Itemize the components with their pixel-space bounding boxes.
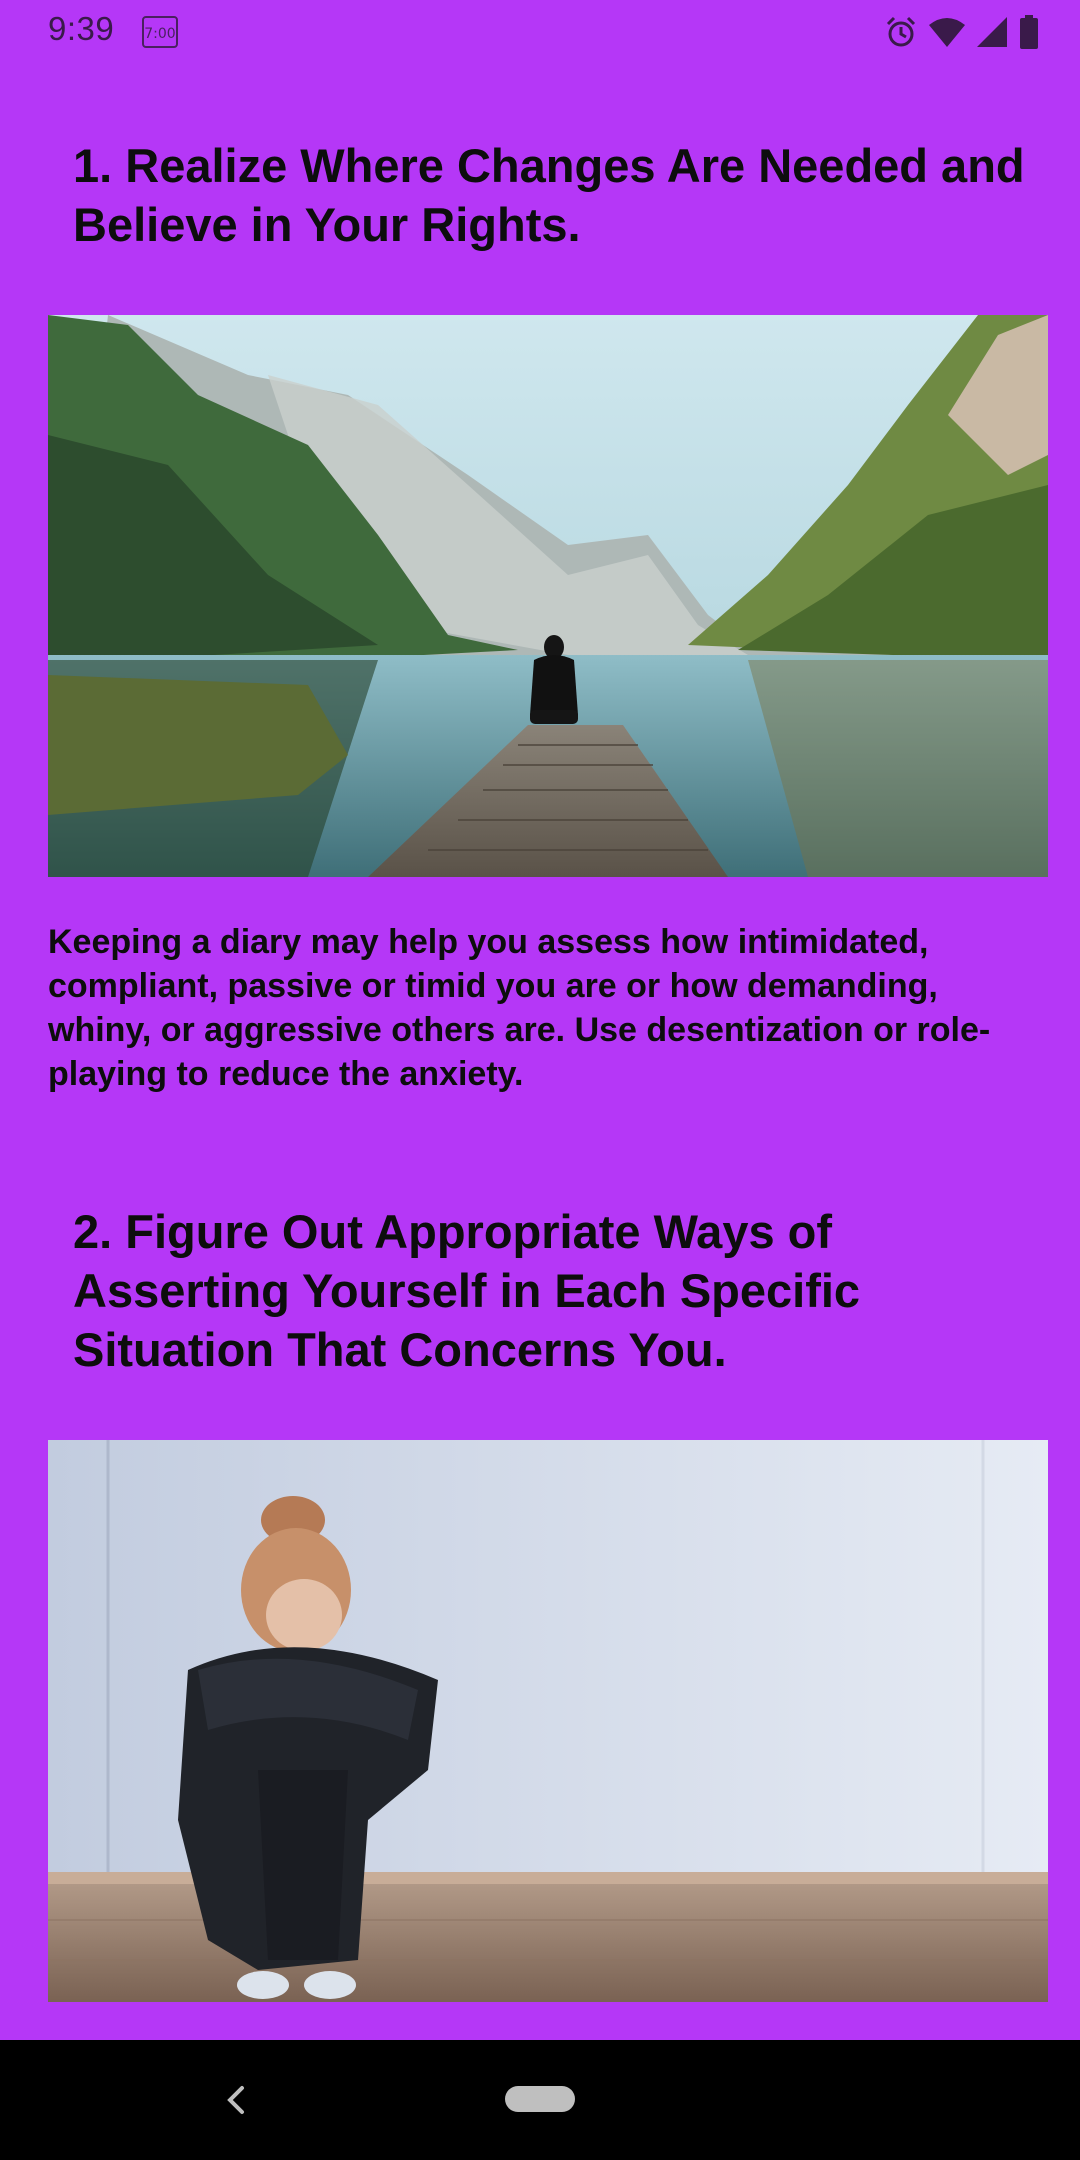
status-bar: 9:39 7:00	[0, 0, 1080, 64]
section-paragraph: Keeping a diary may help you assess how …	[48, 923, 991, 1093]
section-heading: 2. Figure Out Appropriate Ways of Assert…	[73, 1205, 861, 1376]
woman-sitting-against-wall-photo	[48, 1440, 1048, 2002]
clock-notification-icon: 7:00	[140, 14, 180, 50]
signal-icon	[976, 16, 1008, 48]
system-nav-bar	[0, 2040, 1080, 2160]
alarm-icon	[884, 15, 918, 49]
wifi-icon	[928, 16, 966, 48]
section-heading: 1. Realize Where Changes Are Needed and …	[73, 139, 1025, 251]
person-sitting-on-lake-dock-photo	[48, 315, 1048, 877]
back-chevron-icon[interactable]	[222, 2082, 250, 2118]
home-pill-icon[interactable]	[505, 2086, 575, 2112]
battery-icon	[1018, 14, 1040, 50]
svg-text:7:00: 7:00	[144, 26, 175, 42]
status-time: 9:39	[48, 10, 115, 47]
status-icons	[884, 12, 1040, 52]
